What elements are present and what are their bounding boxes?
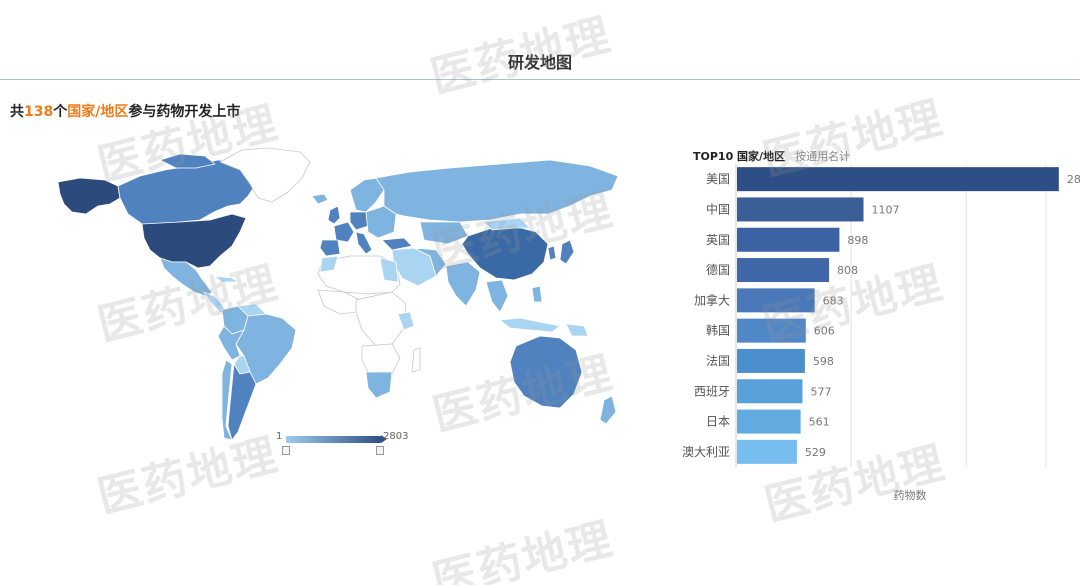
map-region-kazakhstan[interactable] [419,221,469,245]
bar-category-label: 韩国 [706,323,730,338]
map-region-france[interactable] [333,221,355,243]
map-region-madagascar[interactable] [411,347,421,373]
map-region-argentina[interactable] [227,363,257,440]
bar-value-label: 577 [810,385,831,398]
map-region-iberia[interactable] [319,239,341,257]
bar-value-label: 598 [813,355,834,368]
map-region-central-africa[interactable] [355,291,407,347]
visual-map-handle-max[interactable] [376,446,384,455]
world-map[interactable] [0,140,660,440]
bar-category-label: 加拿大 [694,292,730,307]
map-region-southeast-asia[interactable] [485,279,509,313]
bar-category-label: 德国 [706,262,730,277]
bar-value-label: 561 [809,416,830,429]
bar[interactable] [737,288,815,313]
header-divider [0,79,1080,80]
country-count: 138 [24,104,54,120]
watermark-text: 医药地理 [427,513,619,585]
map-region-uk[interactable] [327,205,341,225]
map-region-indonesia[interactable] [499,317,561,333]
bar-value-label: 1107 [871,203,899,216]
bar[interactable] [737,409,801,434]
summary-suffix: 参与药物开发上市 [128,104,241,120]
map-region-west-africa[interactable] [317,289,361,315]
bar[interactable] [737,227,840,252]
bar-value-label: 683 [823,294,844,307]
bar[interactable] [737,167,1059,192]
visual-map-legend[interactable]: 1 2803 [276,431,416,461]
map-region-korea[interactable] [547,245,557,261]
bar-category-label: 澳大利亚 [682,445,730,459]
bar-chart: 美国 2803 中国 1107 英国 898 德国 808 加拿大 683 韩国 606 法国 598 西班… [682,164,1080,502]
bar-category-label: 法国 [706,354,730,368]
bar[interactable] [737,318,806,343]
map-region-alaska[interactable] [57,177,121,215]
map-region-cuba[interactable] [213,275,239,283]
bar[interactable] [737,379,803,404]
map-region-philippines[interactable] [531,285,543,303]
map-region-arctic-islands[interactable] [159,153,216,169]
visual-map-max: 2803 [383,431,409,442]
bar-category-label: 西班牙 [694,384,730,398]
page-title: 研发地图 [507,53,572,72]
summary-text: 共138个国家/地区参与药物开发上市 [10,101,240,121]
summary-prefix: 共 [10,104,24,120]
visual-map-handle-min[interactable] [282,446,290,455]
map-region-india[interactable] [445,261,481,307]
bar-category-label: 日本 [706,415,730,429]
bar[interactable] [737,348,805,373]
map-region-russia[interactable] [375,159,619,223]
map-region-germany[interactable] [349,211,369,231]
bar[interactable] [737,439,797,464]
map-region-central-america[interactable] [203,291,227,313]
visual-map-gradient [286,435,387,443]
summary-middle: 个 [53,104,68,120]
map-region-japan[interactable] [559,239,575,265]
bar-category-label: 美国 [706,172,730,186]
bar-value-label: 808 [837,264,858,277]
bar-value-label: 898 [847,234,868,247]
region-word: 国家/地区 [67,104,129,120]
bar-category-label: 中国 [706,201,730,216]
x-axis-label: 药物数 [894,488,927,502]
visual-map-min: 1 [276,431,283,442]
bar[interactable] [737,197,864,222]
map-region-south-africa[interactable] [365,371,393,399]
bar-value-label: 529 [805,446,826,459]
map-region-scandinavia[interactable] [349,177,385,213]
map-region-new-zealand[interactable] [599,395,617,425]
bar-category-label: 英国 [706,233,730,247]
map-region-australia[interactable] [509,335,583,409]
map-region-iceland[interactable] [311,193,329,205]
map-region-italy[interactable] [355,231,373,255]
bar[interactable] [737,258,830,283]
bar-value-label: 2803 [1067,173,1080,186]
map-region-papua[interactable] [565,323,589,337]
bar-value-label: 606 [814,325,835,338]
map-region-canada[interactable] [117,159,257,225]
